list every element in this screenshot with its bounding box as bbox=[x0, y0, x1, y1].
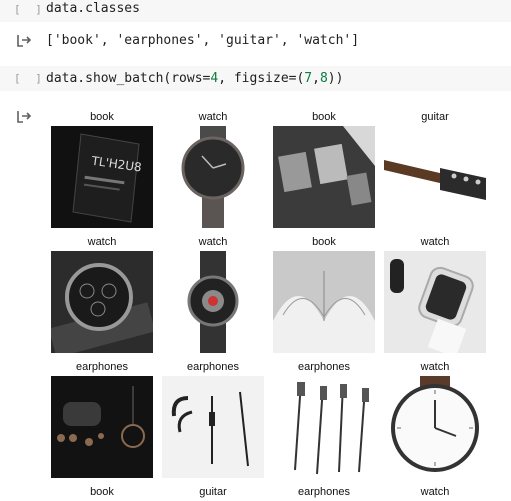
batch-item-label: guitar bbox=[421, 111, 449, 123]
code-input[interactable]: data.classes bbox=[46, 1, 140, 16]
code-text: , bbox=[312, 71, 320, 86]
code-number: 7 bbox=[304, 71, 313, 86]
batch-item-image bbox=[51, 251, 153, 353]
batch-item-image bbox=[384, 126, 486, 228]
batch-item-image bbox=[162, 376, 264, 478]
batch-item-label: watch bbox=[198, 236, 228, 248]
batch-item-label: book bbox=[90, 486, 114, 498]
code-cell-show-batch[interactable]: [ ] data.show_batch(rows=4, figsize=(7,8… bbox=[0, 66, 511, 91]
batch-item-label: book bbox=[312, 111, 336, 123]
run-cell-button[interactable]: [ ] bbox=[14, 72, 46, 85]
batch-item-label: earphones bbox=[298, 361, 350, 373]
batch-item-image: TL'H2U8 bbox=[51, 126, 153, 228]
batch-item-image bbox=[273, 251, 375, 353]
batch-item-image bbox=[162, 126, 264, 228]
batch-item-label: watch bbox=[198, 111, 228, 123]
batch-item-label: watch bbox=[420, 486, 450, 498]
batch-item-label: watch bbox=[420, 236, 450, 248]
batch-image-grid: book TL'H2U8 watch book guitar watch wat… bbox=[51, 110, 488, 501]
batch-item-label: book bbox=[90, 111, 114, 123]
batch-item-label: watch bbox=[87, 236, 117, 248]
batch-item-label: guitar bbox=[199, 486, 227, 498]
classes-output: ['book', 'earphones', 'guitar', 'watch'] bbox=[46, 33, 360, 48]
code-text: )) bbox=[327, 71, 344, 86]
output-arrow-icon bbox=[17, 35, 32, 47]
code-input[interactable]: data.show_batch(rows=4, figsize=(7,8)) bbox=[46, 71, 343, 86]
batch-item-image bbox=[51, 376, 153, 478]
batch-item-image bbox=[273, 126, 375, 228]
batch-item-image bbox=[384, 376, 486, 478]
run-cell-button[interactable]: [ ] bbox=[14, 3, 46, 16]
code-text: data.show_batch(rows= bbox=[46, 71, 211, 86]
batch-item-label: book bbox=[312, 236, 336, 248]
batch-item-image bbox=[162, 251, 264, 353]
batch-item-label: earphones bbox=[298, 486, 350, 498]
code-number: 8 bbox=[319, 71, 328, 86]
output-arrow-icon bbox=[17, 111, 32, 123]
batch-item-label: earphones bbox=[76, 361, 128, 373]
batch-item-label: watch bbox=[420, 361, 450, 373]
batch-item-label: earphones bbox=[187, 361, 239, 373]
code-cell-classes[interactable]: [ ] data.classes bbox=[0, 0, 511, 22]
batch-item-image bbox=[273, 376, 375, 478]
batch-item-image bbox=[384, 251, 486, 353]
code-text: , figsize=( bbox=[218, 71, 305, 86]
